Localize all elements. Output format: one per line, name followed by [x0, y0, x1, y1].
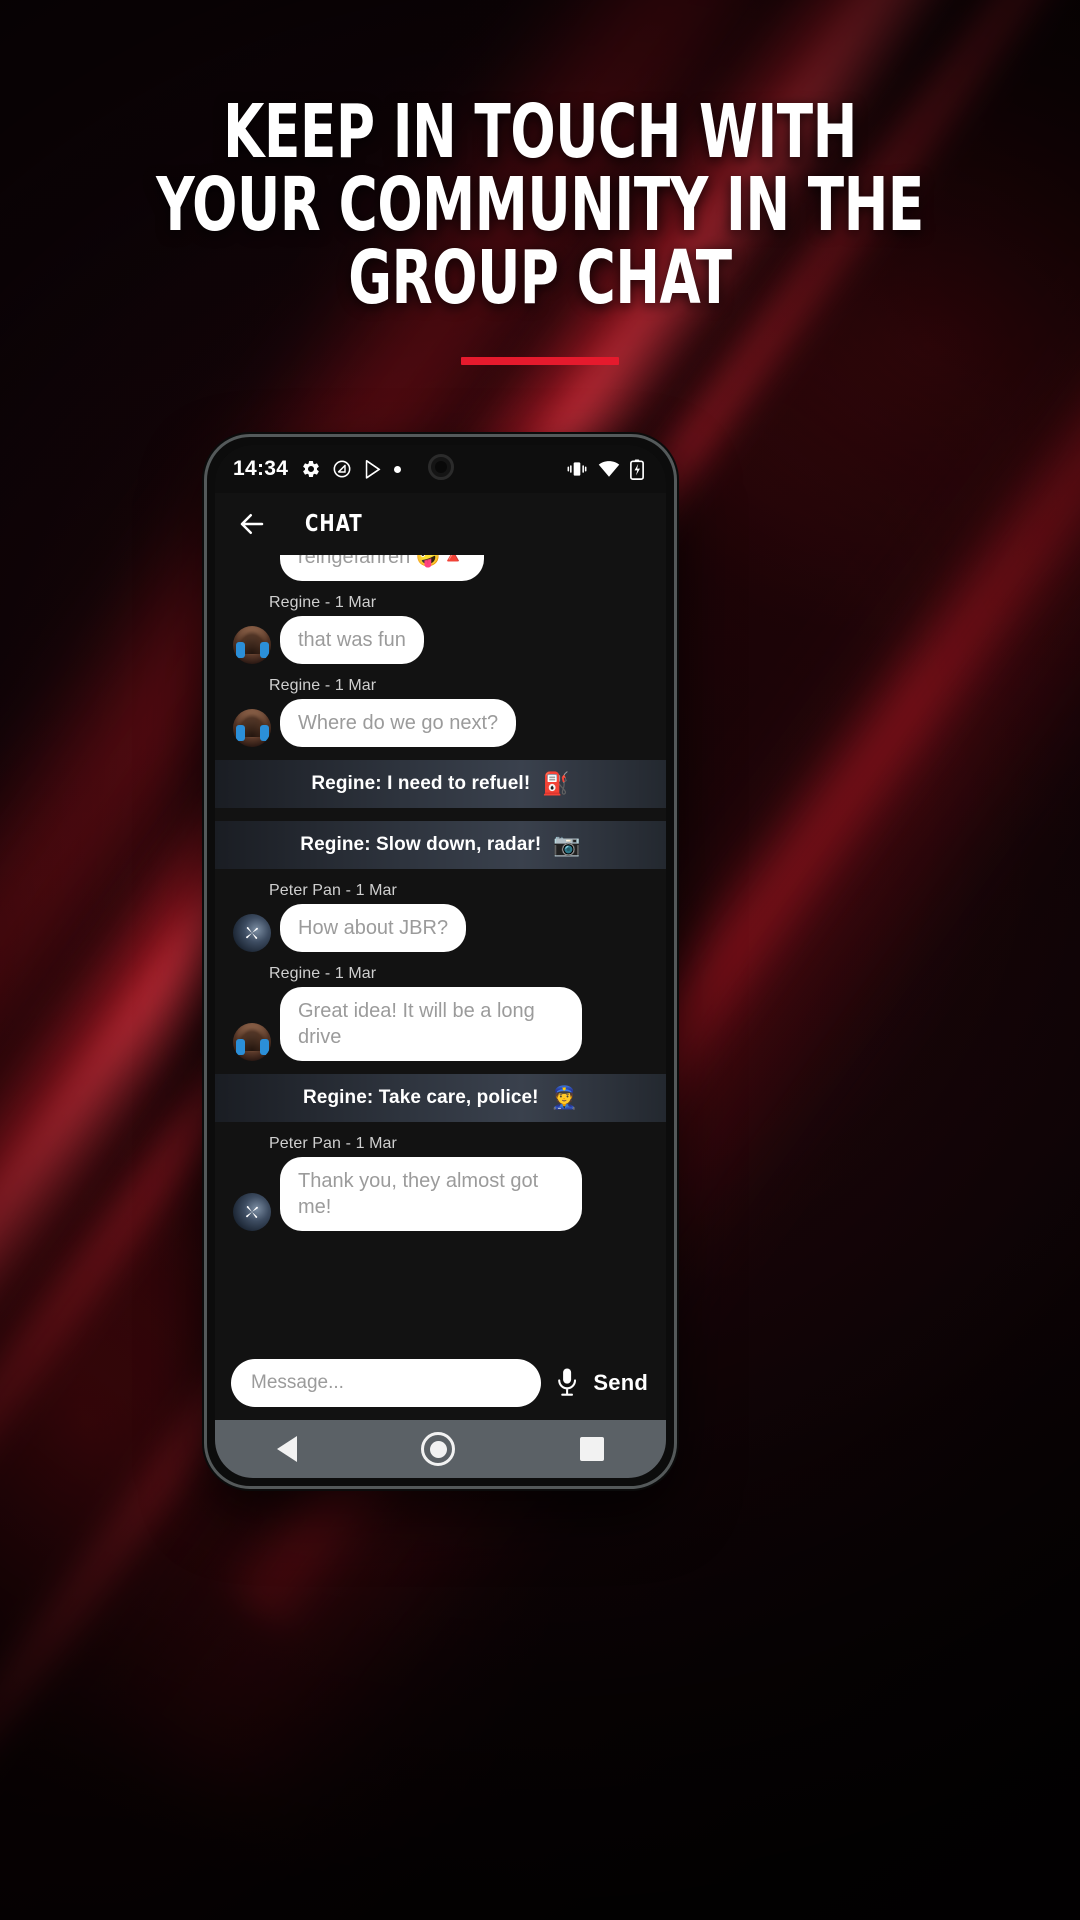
microphone-icon[interactable]	[554, 1366, 580, 1400]
message-meta: Regine - 1 Mar	[269, 594, 377, 611]
list-item[interactable]: Regine - 1 Mar Where do we go next?	[215, 677, 666, 747]
system-message-row[interactable]: Regine: Slow down, radar! 📷	[215, 821, 666, 869]
message-bubble[interactable]: Where do we go next?	[280, 699, 517, 747]
gear-icon	[303, 460, 320, 478]
play-store-icon	[365, 459, 381, 479]
wifi-icon	[598, 461, 620, 477]
app-bar: CHAT	[215, 493, 666, 555]
front-camera	[427, 454, 454, 480]
message-input-bar: Message... Send	[215, 1346, 666, 1420]
avatar[interactable]	[233, 626, 271, 664]
fuel-pump-icon: ⛽	[542, 771, 570, 796]
message-meta: Peter Pan - 1 Mar	[269, 882, 397, 899]
propeller-icon	[246, 927, 258, 939]
avatar[interactable]	[233, 1023, 271, 1061]
list-item[interactable]: Peter Pan - 1 Mar How about JBR?	[215, 882, 666, 952]
nav-back-icon[interactable]	[277, 1436, 298, 1462]
message-meta: Peter Pan - 1 Mar	[269, 1135, 397, 1152]
message-meta: Regine - 1 Mar	[269, 677, 377, 694]
message-bubble[interactable]: reingefahren 🤪🔺	[280, 555, 484, 581]
message-input[interactable]: Message...	[231, 1359, 542, 1407]
message-meta: Regine - 1 Mar	[269, 965, 377, 982]
vibrate-icon	[567, 462, 587, 476]
message-bubble[interactable]: that was fun	[280, 616, 424, 664]
system-message-text: Regine: Slow down, radar!	[300, 834, 542, 855]
avatar[interactable]	[233, 1193, 271, 1231]
system-message-text: Regine: Take care, police!	[302, 1087, 539, 1108]
battery-charging-icon	[630, 459, 644, 480]
system-message-row[interactable]: Regine: I need to refuel! ⛽	[215, 760, 666, 808]
send-button[interactable]: Send	[593, 1370, 650, 1396]
list-item[interactable]: Regine - 1 Mar that was fun	[215, 594, 666, 664]
list-item[interactable]: reingefahren 🤪🔺	[215, 555, 666, 581]
status-bar: 14:34	[215, 445, 666, 493]
avatar[interactable]	[233, 914, 271, 952]
message-list[interactable]: reingefahren 🤪🔺 Regine - 1 Mar that was …	[215, 555, 666, 1346]
message-bubble[interactable]: How about JBR?	[280, 904, 467, 952]
system-message-row[interactable]: Regine: Take care, police! 👮	[215, 1074, 666, 1122]
system-message-text: Regine: I need to refuel!	[311, 773, 531, 794]
message-bubble[interactable]: Thank you, they almost got me!	[280, 1157, 582, 1231]
status-time: 14:34	[233, 457, 289, 480]
message-bubble[interactable]: Great idea! It will be a long drive	[280, 987, 582, 1061]
arrow-left-icon[interactable]	[237, 509, 267, 539]
avatar[interactable]	[233, 709, 271, 747]
list-item[interactable]: Regine - 1 Mar Great idea! It will be a …	[215, 965, 666, 1061]
nav-home-icon[interactable]	[421, 1432, 456, 1466]
phone-mockup: 14:34 CHAT reingefahren 🤪🔺 Regine - 1 Ma…	[204, 434, 677, 1489]
dot-icon	[394, 465, 402, 473]
promo-headline: KEEP IN TOUCH WITH YOUR COMMUNITY IN THE…	[156, 89, 924, 321]
phone-screen: 14:34 CHAT reingefahren 🤪🔺 Regine - 1 Ma…	[215, 445, 666, 1478]
android-nav-bar	[215, 1420, 666, 1478]
status-right-icons	[566, 459, 644, 480]
nav-recents-icon[interactable]	[579, 1437, 604, 1461]
circle-slash-icon	[333, 460, 351, 478]
police-cap-icon: 👮	[550, 1085, 579, 1110]
headline-divider	[461, 357, 619, 365]
speed-camera-icon: 📷	[553, 832, 581, 857]
page-title: CHAT	[305, 511, 363, 537]
status-left-icons	[301, 459, 402, 480]
propeller-icon	[246, 1206, 258, 1218]
list-item[interactable]: Peter Pan - 1 Mar Thank you, they almost…	[215, 1135, 666, 1231]
